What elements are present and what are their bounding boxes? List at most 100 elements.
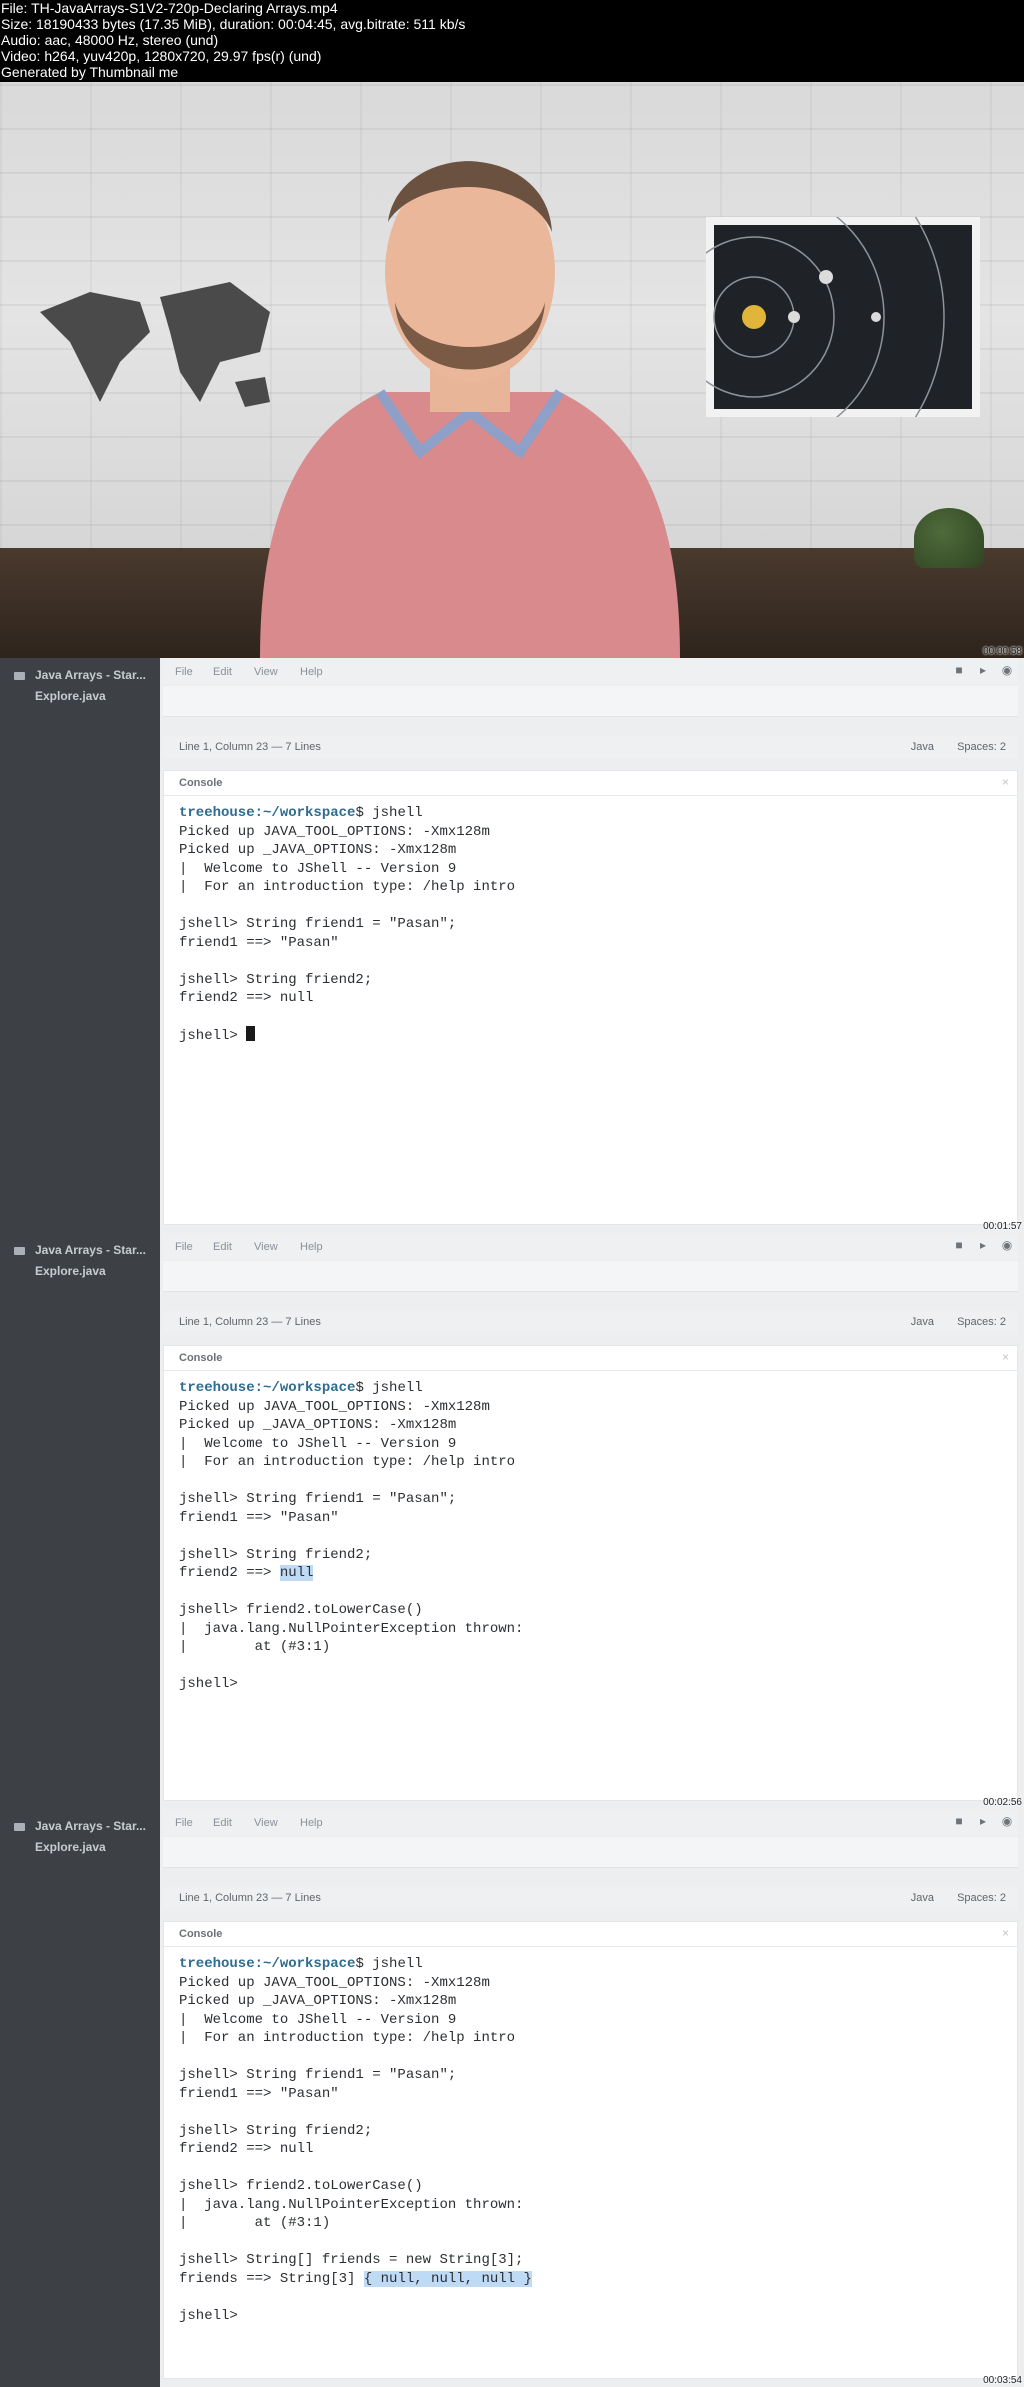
preview-eye-icon[interactable]: ◉ (1000, 664, 1014, 677)
console-output[interactable]: treehouse:~/workspace$ jshell Picked up J… (164, 1947, 1017, 2325)
tab-bar (163, 1261, 1018, 1292)
console-text: friend2 ==> (179, 1565, 280, 1581)
share-icon[interactable]: ▸ (976, 1815, 990, 1828)
console-line: | at (#3:1) (179, 1638, 1017, 1657)
selection-highlight: null (279, 1565, 314, 1581)
console-text: friend1 ==> "Pasan" (179, 1509, 339, 1526)
language-mode[interactable]: Java (911, 1892, 934, 1904)
menu-view[interactable]: View (254, 666, 278, 678)
camera-icon[interactable]: ■ (952, 664, 966, 677)
console-text: | at (#3:1) (179, 1639, 331, 1655)
console-text: friend2 ==> null (179, 990, 314, 1006)
menu-view[interactable]: View (254, 1817, 278, 1829)
console-line: jshell> String friend1 = "Pasan"; (179, 1490, 1017, 1509)
console-output[interactable]: treehouse:~/workspace$ jshell Picked up J… (164, 1371, 1017, 1694)
camera-icon[interactable]: ■ (952, 1239, 966, 1252)
preview-eye-icon[interactable]: ◉ (1000, 1815, 1014, 1828)
solar-system-poster (706, 217, 980, 417)
console-text: | java.lang.NullPointerException thrown: (179, 2196, 524, 2213)
console-text: jshell> (179, 1028, 247, 1044)
share-icon[interactable]: ▸ (976, 1239, 990, 1252)
preview-eye-icon[interactable]: ◉ (1000, 1239, 1014, 1252)
console-line: treehouse:~/workspace$ jshell (179, 804, 1017, 823)
menu-file[interactable]: File (175, 666, 193, 678)
close-icon[interactable]: × (1002, 775, 1009, 789)
menu-bar: File Edit View Help ■ ▸ ◉ (163, 1233, 1018, 1259)
project-folder[interactable]: Java Arrays - Star... (14, 1243, 146, 1257)
console-line: | Welcome to JShell -- Version 9 (179, 860, 1017, 879)
console-line: jshell> String friend1 = "Pasan"; (179, 915, 1017, 934)
menu-file[interactable]: File (175, 1241, 193, 1253)
language-mode[interactable]: Java (911, 1316, 934, 1328)
console-line: treehouse:~/workspace$ jshell (179, 1379, 1017, 1398)
console-text: Picked up _JAVA_OPTIONS: -Xmx128m (179, 842, 457, 858)
project-folder[interactable]: Java Arrays - Star... (14, 1819, 146, 1833)
console-panel[interactable]: Console × treehouse:~/workspace$ jshell P… (163, 1345, 1018, 1801)
camera-icon[interactable]: ■ (952, 1815, 966, 1828)
menu-help[interactable]: Help (300, 666, 323, 678)
console-line: Picked up _JAVA_OPTIONS: -Xmx128m (179, 1416, 1017, 1435)
console-line: Picked up JAVA_TOOL_OPTIONS: -Xmx128m (179, 1974, 1017, 1993)
menu-edit[interactable]: Edit (213, 666, 232, 678)
status-bar: Line 1, Column 23 — 7 Lines Java Spaces:… (163, 736, 1018, 758)
file-explore-java[interactable]: Explore.java (35, 1840, 106, 1854)
console-text: jshell> String friend2; (179, 2122, 373, 2139)
menu-bar: File Edit View Help ■ ▸ ◉ (163, 1809, 1018, 1835)
share-icon[interactable]: ▸ (976, 664, 990, 677)
folder-icon (14, 1822, 25, 1831)
file-explore-java[interactable]: Explore.java (35, 1264, 106, 1278)
console-text: jshell> friend2.toLowerCase() (179, 1602, 423, 1618)
menu-help[interactable]: Help (300, 1817, 323, 1829)
menu-edit[interactable]: Edit (213, 1241, 232, 1253)
cursor-position: Line 1, Column 23 — 7 Lines (179, 741, 321, 753)
timestamp: 00:00:58 (983, 646, 1022, 657)
menu-view[interactable]: View (254, 1241, 278, 1253)
info-line: Generated by Thumbnail me (1, 64, 179, 80)
console-output[interactable]: treehouse:~/workspace$ jshell Picked up J… (164, 796, 1017, 1046)
indent-setting[interactable]: Spaces: 2 (957, 741, 1006, 753)
console-line: friend2 ==> null (179, 989, 1017, 1008)
console-panel[interactable]: Console × treehouse:~/workspace$ jshell P… (163, 1921, 1018, 2379)
console-text: friends ==> String[3] (179, 2270, 364, 2287)
close-icon[interactable]: × (1002, 1350, 1009, 1364)
console-text: $ jshell (355, 1956, 423, 1972)
menu-bar: File Edit View Help ■ ▸ ◉ (163, 658, 1018, 684)
menu-file[interactable]: File (175, 1817, 193, 1829)
menu-edit[interactable]: Edit (213, 1817, 232, 1829)
console-panel[interactable]: Console × treehouse:~/workspace$ jshell P… (163, 770, 1018, 1225)
info-line: Audio: aac, 48000 Hz, stereo (und) (1, 32, 219, 48)
console-line: | Welcome to JShell -- Version 9 (179, 1435, 1017, 1454)
console-line: treehouse:~/workspace$ jshell (179, 1955, 1017, 1974)
console-text: jshell> String friend2; (179, 1546, 373, 1563)
menu-help[interactable]: Help (300, 1241, 323, 1253)
project-folder[interactable]: Java Arrays - Star... (14, 668, 146, 682)
indent-setting[interactable]: Spaces: 2 (957, 1892, 1006, 1904)
indent-setting[interactable]: Spaces: 2 (957, 1316, 1006, 1328)
timestamp: 00:03:54 (983, 2375, 1022, 2386)
console-text: jshell> String friend1 = "Pasan"; (179, 2067, 457, 2083)
console-header: Console × (164, 771, 1017, 796)
selection-highlight: { null, null, null } (363, 2270, 532, 2287)
console-line: | For an introduction type: /help intro (179, 878, 1017, 897)
console-line: friend1 ==> "Pasan" (179, 2085, 1017, 2104)
language-mode[interactable]: Java (911, 741, 934, 753)
tab-bar (163, 1837, 1018, 1868)
timestamp: 00:02:56 (983, 1797, 1022, 1808)
close-icon[interactable]: × (1002, 1926, 1009, 1940)
console-line: | For an introduction type: /help intro (179, 2029, 1017, 2048)
file-explore-java[interactable]: Explore.java (35, 689, 106, 703)
console-text: | Welcome to JShell -- Version 9 (179, 1435, 457, 1452)
shell-prompt: treehouse:~/workspace (179, 1956, 356, 1972)
video-frame-presenter: 00:00:58 (0, 82, 1024, 658)
status-bar: Line 1, Column 23 — 7 Lines Java Spaces:… (163, 1887, 1018, 1909)
console-text: Picked up JAVA_TOOL_OPTIONS: -Xmx128m (179, 1398, 490, 1415)
